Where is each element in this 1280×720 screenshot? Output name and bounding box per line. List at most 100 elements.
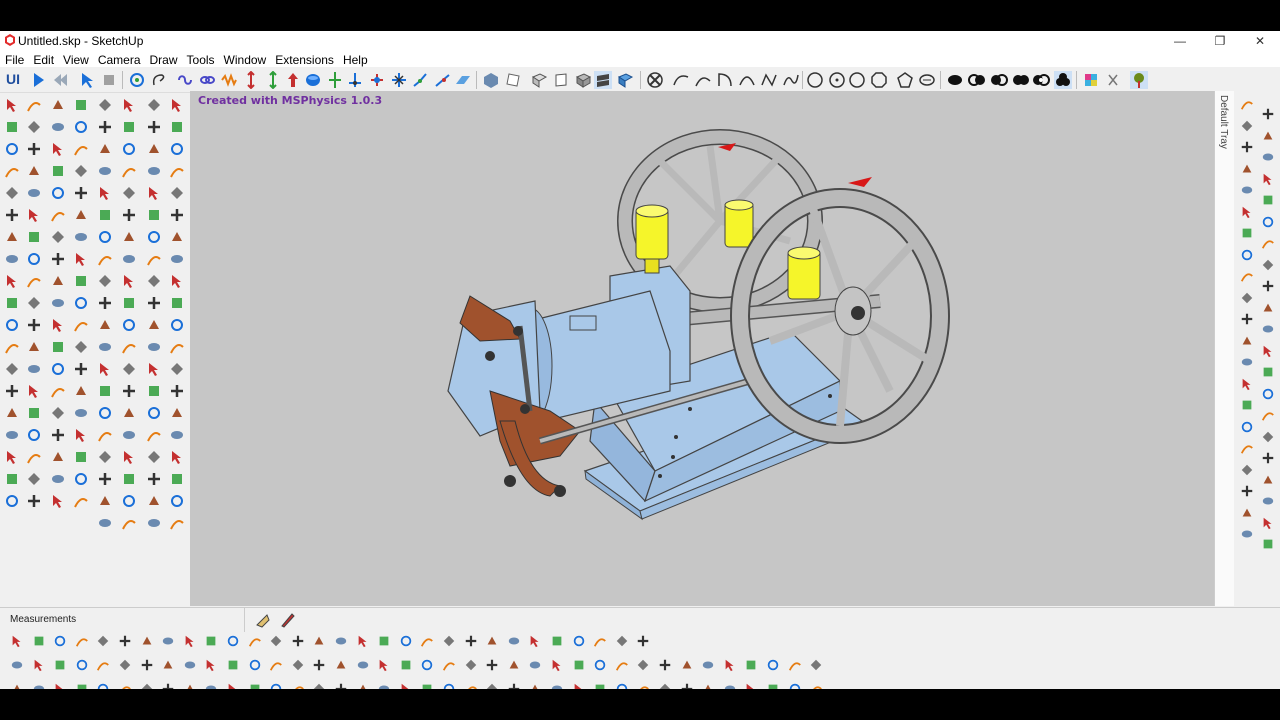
circle-icon[interactable] <box>121 493 137 509</box>
split-icon[interactable] <box>1032 71 1050 89</box>
move-icon[interactable] <box>658 658 672 672</box>
link-icon[interactable] <box>176 71 194 89</box>
curve-icon[interactable] <box>169 339 185 355</box>
curve-icon[interactable] <box>118 682 132 689</box>
tool-icon[interactable] <box>377 658 391 672</box>
tool-icon[interactable] <box>26 383 42 399</box>
sparkle-icon[interactable] <box>1104 71 1122 89</box>
hollow-body-icon[interactable] <box>504 71 522 89</box>
diamond-icon[interactable] <box>118 658 132 672</box>
circle-icon[interactable] <box>169 317 185 333</box>
tool-icon[interactable] <box>53 682 67 689</box>
move-icon[interactable] <box>121 207 137 223</box>
lasso-icon[interactable] <box>150 71 168 89</box>
triangle-icon[interactable] <box>161 658 175 672</box>
circle-icon[interactable] <box>96 682 110 689</box>
orbit-icon[interactable] <box>377 682 391 689</box>
play-icon[interactable] <box>30 71 48 89</box>
curve-icon[interactable] <box>291 682 305 689</box>
menu-camera[interactable]: Camera <box>93 51 145 67</box>
menu-draw[interactable]: Draw <box>145 51 182 67</box>
shape-icon[interactable] <box>4 119 20 135</box>
circle-icon[interactable] <box>420 658 434 672</box>
tool-icon[interactable] <box>4 273 20 289</box>
piston-joint-icon[interactable] <box>264 71 282 89</box>
diamond-icon[interactable] <box>658 682 672 689</box>
chain-icon[interactable] <box>198 71 216 89</box>
shape-icon[interactable] <box>75 682 89 689</box>
shape-icon[interactable] <box>1240 226 1254 240</box>
curve-icon[interactable] <box>809 682 823 689</box>
move-icon[interactable] <box>312 658 326 672</box>
diamond-icon[interactable] <box>4 361 20 377</box>
shape-icon[interactable] <box>121 295 137 311</box>
curve-icon[interactable] <box>248 634 262 648</box>
curve-icon[interactable] <box>1261 408 1275 422</box>
curve-icon[interactable] <box>615 658 629 672</box>
diamond-icon[interactable] <box>121 185 137 201</box>
tool-icon[interactable] <box>528 634 542 648</box>
menu-view[interactable]: View <box>58 51 93 67</box>
bezier-tool-icon[interactable] <box>760 71 778 89</box>
shape-icon[interactable] <box>169 471 185 487</box>
triangle-icon[interactable] <box>146 141 162 157</box>
shape-icon[interactable] <box>121 119 137 135</box>
diamond-icon[interactable] <box>1240 463 1254 477</box>
curve-icon[interactable] <box>121 515 137 531</box>
circle-icon[interactable] <box>1261 215 1275 229</box>
orbit-icon[interactable] <box>1261 150 1275 164</box>
slider-joint-icon[interactable] <box>242 71 260 89</box>
curve-icon[interactable] <box>121 339 137 355</box>
triangle-icon[interactable] <box>26 339 42 355</box>
orbit-icon[interactable] <box>701 658 715 672</box>
rewind-icon[interactable] <box>52 71 70 89</box>
tool-icon[interactable] <box>50 493 66 509</box>
diamond-icon[interactable] <box>4 185 20 201</box>
triangle-icon[interactable] <box>1240 162 1254 176</box>
restore-button[interactable]: ❐ <box>1200 31 1240 51</box>
circle-icon[interactable] <box>26 427 42 443</box>
move-icon[interactable] <box>26 317 42 333</box>
curve-icon[interactable] <box>26 449 42 465</box>
circle-icon[interactable] <box>269 682 283 689</box>
menu-tools[interactable]: Tools <box>182 51 219 67</box>
move-icon[interactable] <box>97 471 113 487</box>
move-icon[interactable] <box>291 634 305 648</box>
orbit-icon[interactable] <box>50 119 66 135</box>
orbit-icon[interactable] <box>161 634 175 648</box>
circle-icon[interactable] <box>766 658 780 672</box>
shape-icon[interactable] <box>26 229 42 245</box>
tape-measure-icon[interactable] <box>254 612 270 628</box>
tool-icon[interactable] <box>50 141 66 157</box>
tool-icon[interactable] <box>550 658 564 672</box>
diamond-icon[interactable] <box>169 185 185 201</box>
triangle-icon[interactable] <box>1261 473 1275 487</box>
triangle-icon[interactable] <box>1240 334 1254 348</box>
orbit-icon[interactable] <box>73 405 89 421</box>
diamond-icon[interactable] <box>169 361 185 377</box>
orbit-icon[interactable] <box>169 427 185 443</box>
diamond-icon[interactable] <box>97 449 113 465</box>
tool-icon[interactable] <box>226 682 240 689</box>
curve-icon[interactable] <box>1261 236 1275 250</box>
diamond-icon[interactable] <box>97 97 113 113</box>
curve-icon[interactable] <box>636 682 650 689</box>
orbit-icon[interactable] <box>723 682 737 689</box>
menu-help[interactable]: Help <box>338 51 372 67</box>
shape-icon[interactable] <box>97 207 113 223</box>
tool-icon[interactable] <box>97 185 113 201</box>
circle-icon[interactable] <box>1261 387 1275 401</box>
curve-icon[interactable] <box>75 634 89 648</box>
move-icon[interactable] <box>334 682 348 689</box>
tool-icon[interactable] <box>73 427 89 443</box>
diamond-icon[interactable] <box>312 682 326 689</box>
diamond-icon[interactable] <box>26 119 42 135</box>
curve-icon[interactable] <box>97 251 113 267</box>
gear-joint-icon[interactable] <box>346 71 364 89</box>
shape-icon[interactable] <box>248 682 262 689</box>
tool-icon[interactable] <box>121 97 137 113</box>
curve-icon[interactable] <box>269 658 283 672</box>
orbit-icon[interactable] <box>26 185 42 201</box>
compass-tool-icon[interactable] <box>646 71 664 89</box>
circle-tool-icon[interactable] <box>806 71 824 89</box>
